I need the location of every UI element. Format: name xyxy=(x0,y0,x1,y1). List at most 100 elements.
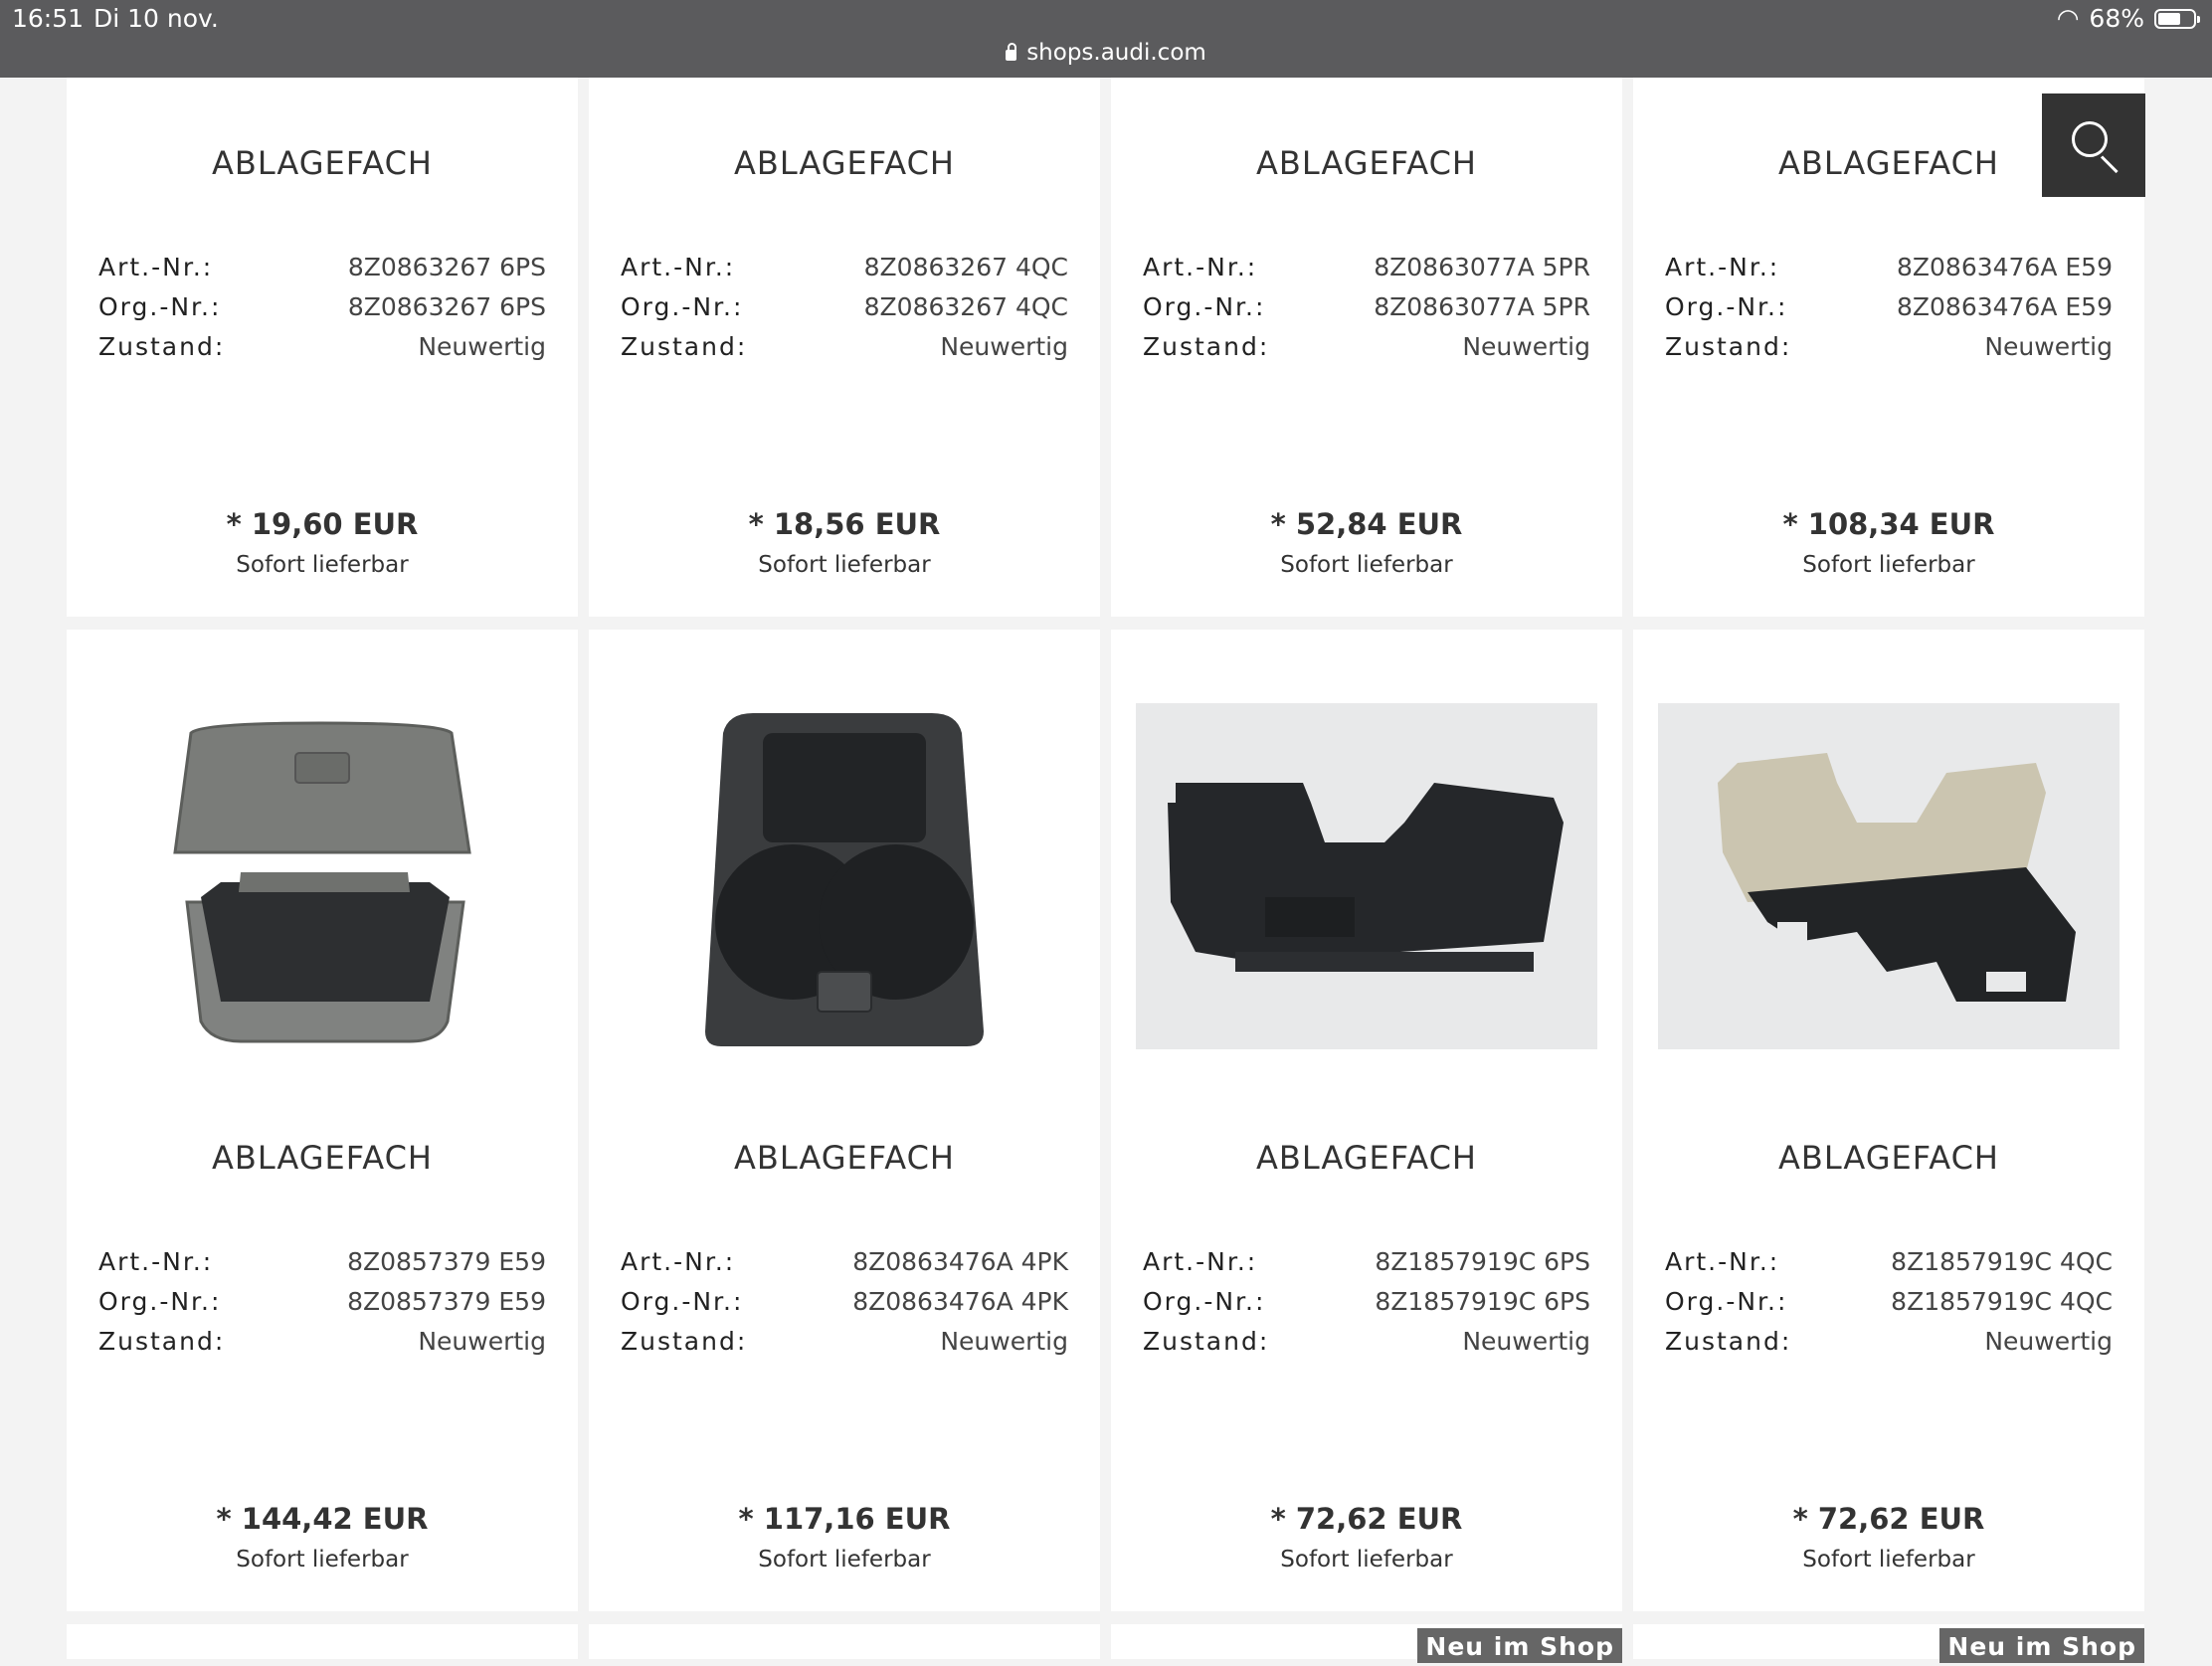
product-price: * 108,34 EUR xyxy=(1782,507,1995,541)
product-card[interactable]: ABLAGEFACH Art.-Nr.: 8Z0863267 6PS Org.-N… xyxy=(67,78,578,617)
art-nr-value: 8Z0863077A 5PR xyxy=(1374,253,1590,281)
org-nr-value: 8Z1857919C 4QC xyxy=(1891,1287,2113,1316)
state-label: Zustand: xyxy=(1143,332,1270,361)
state-label: Zustand: xyxy=(98,332,226,361)
availability: Sofort lieferbar xyxy=(1802,552,1975,578)
art-nr-label: Art.-Nr.: xyxy=(1665,1247,1780,1276)
art-nr-label: Art.-Nr.: xyxy=(98,253,214,281)
wifi-icon: ◠ xyxy=(2056,3,2080,34)
org-nr-label: Org.-Nr.: xyxy=(1665,1287,1788,1316)
art-nr-label: Art.-Nr.: xyxy=(1143,253,1258,281)
status-date: Di 10 nov. xyxy=(93,4,219,33)
lock-icon xyxy=(1006,43,1017,61)
product-title[interactable]: ABLAGEFACH xyxy=(1633,1139,2144,1177)
org-nr-row: Org.-Nr.: 8Z0863476A E59 xyxy=(1665,292,2113,332)
product-card[interactable] xyxy=(67,1624,578,1659)
product-card[interactable]: ABLAGEFACH Art.-Nr.: 8Z1857919C 6PS Org.-… xyxy=(1111,630,1622,1611)
product-title[interactable]: ABLAGEFACH xyxy=(67,144,578,182)
art-nr-value: 8Z1857919C 4QC xyxy=(1891,1247,2113,1276)
org-nr-row: Org.-Nr.: 8Z0863267 6PS xyxy=(98,292,546,332)
state-row: Zustand: Neuwertig xyxy=(1665,1327,2113,1367)
org-nr-row: Org.-Nr.: 8Z1857919C 4QC xyxy=(1665,1287,2113,1327)
product-price: * 117,16 EUR xyxy=(738,1502,951,1536)
status-right: ◠ 68% xyxy=(2056,3,2200,34)
product-price: * 72,62 EUR xyxy=(1270,1502,1463,1536)
art-nr-row: Art.-Nr.: 8Z0863077A 5PR xyxy=(1143,253,1590,292)
org-nr-label: Org.-Nr.: xyxy=(621,1287,744,1316)
art-nr-row: Art.-Nr.: 8Z1857919C 4QC xyxy=(1665,1247,2113,1287)
product-card[interactable]: ABLAGEFACH Art.-Nr.: 8Z0863476A 4PK Org.-… xyxy=(589,630,1100,1611)
org-nr-value: 8Z0863476A E59 xyxy=(1896,292,2113,321)
trim-panel-beige-image xyxy=(1658,703,2120,1049)
state-value: Neuwertig xyxy=(1462,1327,1590,1356)
art-nr-label: Art.-Nr.: xyxy=(1665,253,1780,281)
state-label: Zustand: xyxy=(621,1327,748,1356)
product-title[interactable]: ABLAGEFACH xyxy=(1111,1139,1622,1177)
new-in-shop-badge: Neu im Shop xyxy=(1939,1628,2144,1663)
product-image[interactable] xyxy=(1658,703,2120,1049)
org-nr-label: Org.-Nr.: xyxy=(1143,292,1266,321)
org-nr-value: 8Z0863267 6PS xyxy=(347,292,546,321)
availability: Sofort lieferbar xyxy=(758,1547,931,1573)
new-in-shop-badge: Neu im Shop xyxy=(1417,1628,1622,1663)
state-value: Neuwertig xyxy=(1984,1327,2113,1356)
state-label: Zustand: xyxy=(98,1327,226,1356)
product-card[interactable] xyxy=(589,1624,1100,1659)
org-nr-label: Org.-Nr.: xyxy=(98,292,222,321)
product-title[interactable]: ABLAGEFACH xyxy=(67,1139,578,1177)
product-title[interactable]: ABLAGEFACH xyxy=(589,144,1100,182)
product-image[interactable] xyxy=(1136,703,1597,1049)
battery-percent: 68% xyxy=(2089,4,2144,33)
state-value: Neuwertig xyxy=(940,332,1068,361)
state-label: Zustand: xyxy=(621,332,748,361)
product-price: * 18,56 EUR xyxy=(748,507,941,541)
state-row: Zustand: Neuwertig xyxy=(621,332,1068,372)
availability: Sofort lieferbar xyxy=(236,552,409,578)
availability: Sofort lieferbar xyxy=(1280,552,1453,578)
product-price: * 144,42 EUR xyxy=(216,1502,429,1536)
product-card[interactable]: ABLAGEFACH Art.-Nr.: 8Z0857379 E59 Org.-N… xyxy=(67,630,578,1611)
art-nr-value: 8Z0857379 E59 xyxy=(347,1247,546,1276)
art-nr-row: Art.-Nr.: 8Z0863267 4QC xyxy=(621,253,1068,292)
product-card[interactable]: ABLAGEFACH Art.-Nr.: 8Z0863077A 5PR Org.-… xyxy=(1111,78,1622,617)
product-image[interactable] xyxy=(92,703,553,1049)
art-nr-row: Art.-Nr.: 8Z0863476A E59 xyxy=(1665,253,2113,292)
state-value: Neuwertig xyxy=(1462,332,1590,361)
address-bar[interactable]: shops.audi.com xyxy=(0,40,2212,66)
org-nr-value: 8Z0857379 E59 xyxy=(347,1287,546,1316)
product-card[interactable]: ABLAGEFACH Art.-Nr.: 8Z1857919C 4QC Org.-… xyxy=(1633,630,2144,1611)
org-nr-label: Org.-Nr.: xyxy=(1143,1287,1266,1316)
art-nr-value: 8Z0863476A E59 xyxy=(1896,253,2113,281)
state-value: Neuwertig xyxy=(418,332,546,361)
art-nr-label: Art.-Nr.: xyxy=(1143,1247,1258,1276)
battery-icon xyxy=(2154,8,2200,29)
state-label: Zustand: xyxy=(1665,332,1792,361)
org-nr-value: 8Z0863077A 5PR xyxy=(1374,292,1590,321)
art-nr-value: 8Z1857919C 6PS xyxy=(1375,1247,1590,1276)
state-row: Zustand: Neuwertig xyxy=(1665,332,2113,372)
status-bar: 16:51 Di 10 nov. ◠ 68% shops.audi.com xyxy=(0,0,2212,78)
state-value: Neuwertig xyxy=(1984,332,2113,361)
product-price: * 72,62 EUR xyxy=(1792,1502,1985,1536)
state-row: Zustand: Neuwertig xyxy=(98,332,546,372)
url-text: shops.audi.com xyxy=(1026,40,1206,66)
product-image[interactable] xyxy=(614,703,1075,1049)
search-button[interactable] xyxy=(2042,93,2145,197)
org-nr-value: 8Z1857919C 6PS xyxy=(1375,1287,1590,1316)
org-nr-row: Org.-Nr.: 8Z0857379 E59 xyxy=(98,1287,546,1327)
product-card[interactable]: Neu im Shop xyxy=(1633,1624,2144,1663)
availability: Sofort lieferbar xyxy=(758,552,931,578)
state-row: Zustand: Neuwertig xyxy=(1143,332,1590,372)
art-nr-row: Art.-Nr.: 8Z1857919C 6PS xyxy=(1143,1247,1590,1287)
org-nr-row: Org.-Nr.: 8Z0863476A 4PK xyxy=(621,1287,1068,1327)
art-nr-row: Art.-Nr.: 8Z0863267 6PS xyxy=(98,253,546,292)
product-price: * 52,84 EUR xyxy=(1270,507,1463,541)
state-value: Neuwertig xyxy=(940,1327,1068,1356)
org-nr-label: Org.-Nr.: xyxy=(621,292,744,321)
storage-box-image xyxy=(92,703,553,1049)
state-label: Zustand: xyxy=(1665,1327,1792,1356)
product-title[interactable]: ABLAGEFACH xyxy=(1111,144,1622,182)
product-card[interactable]: ABLAGEFACH Art.-Nr.: 8Z0863267 4QC Org.-N… xyxy=(589,78,1100,617)
product-title[interactable]: ABLAGEFACH xyxy=(589,1139,1100,1177)
product-card[interactable]: Neu im Shop xyxy=(1111,1624,1622,1663)
